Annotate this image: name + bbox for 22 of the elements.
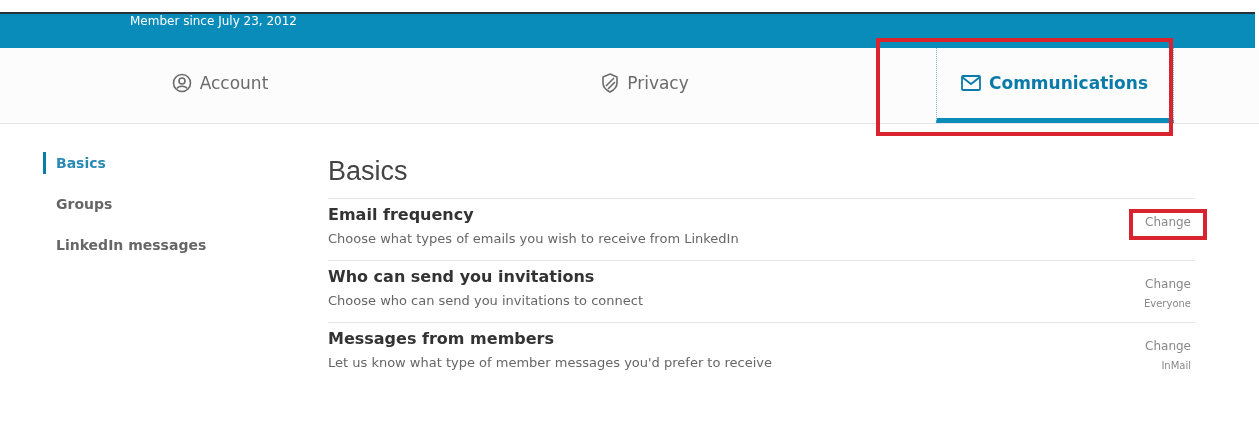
setting-title: Who can send you invitations	[328, 267, 596, 286]
setting-value: Everyone	[1143, 298, 1191, 309]
setting-title: Email frequency	[328, 205, 475, 224]
setting-description: Choose what types of emails you wish to receive from LinkedIn	[328, 231, 739, 246]
tab[interactable]: Account	[149, 48, 291, 123]
member-since-text: Member since July 23, 2012	[130, 14, 297, 29]
tab[interactable]: Communications	[935, 48, 1174, 123]
change-link[interactable]: Change	[1145, 339, 1191, 353]
section-heading: Basics	[328, 155, 409, 188]
sidebar-item[interactable]: Groups	[43, 193, 113, 215]
change-link[interactable]: Change	[1145, 277, 1191, 291]
mail-icon	[961, 75, 981, 91]
setting-description: Choose who can send you invitations to connect	[328, 293, 643, 308]
setting-description: Let us know what type of member messages you'd prefer to receive	[328, 355, 773, 370]
shield-icon	[601, 73, 620, 93]
sidebar-item[interactable]: LinkedIn messages	[43, 234, 207, 256]
sidebar-item[interactable]: Basics	[43, 152, 106, 174]
setting-title: Messages from members	[328, 329, 555, 348]
person-icon	[171, 73, 192, 93]
setting-value: InMail	[1161, 360, 1191, 371]
tab[interactable]: Privacy	[579, 48, 711, 123]
change-link[interactable]: Change	[1145, 215, 1191, 229]
